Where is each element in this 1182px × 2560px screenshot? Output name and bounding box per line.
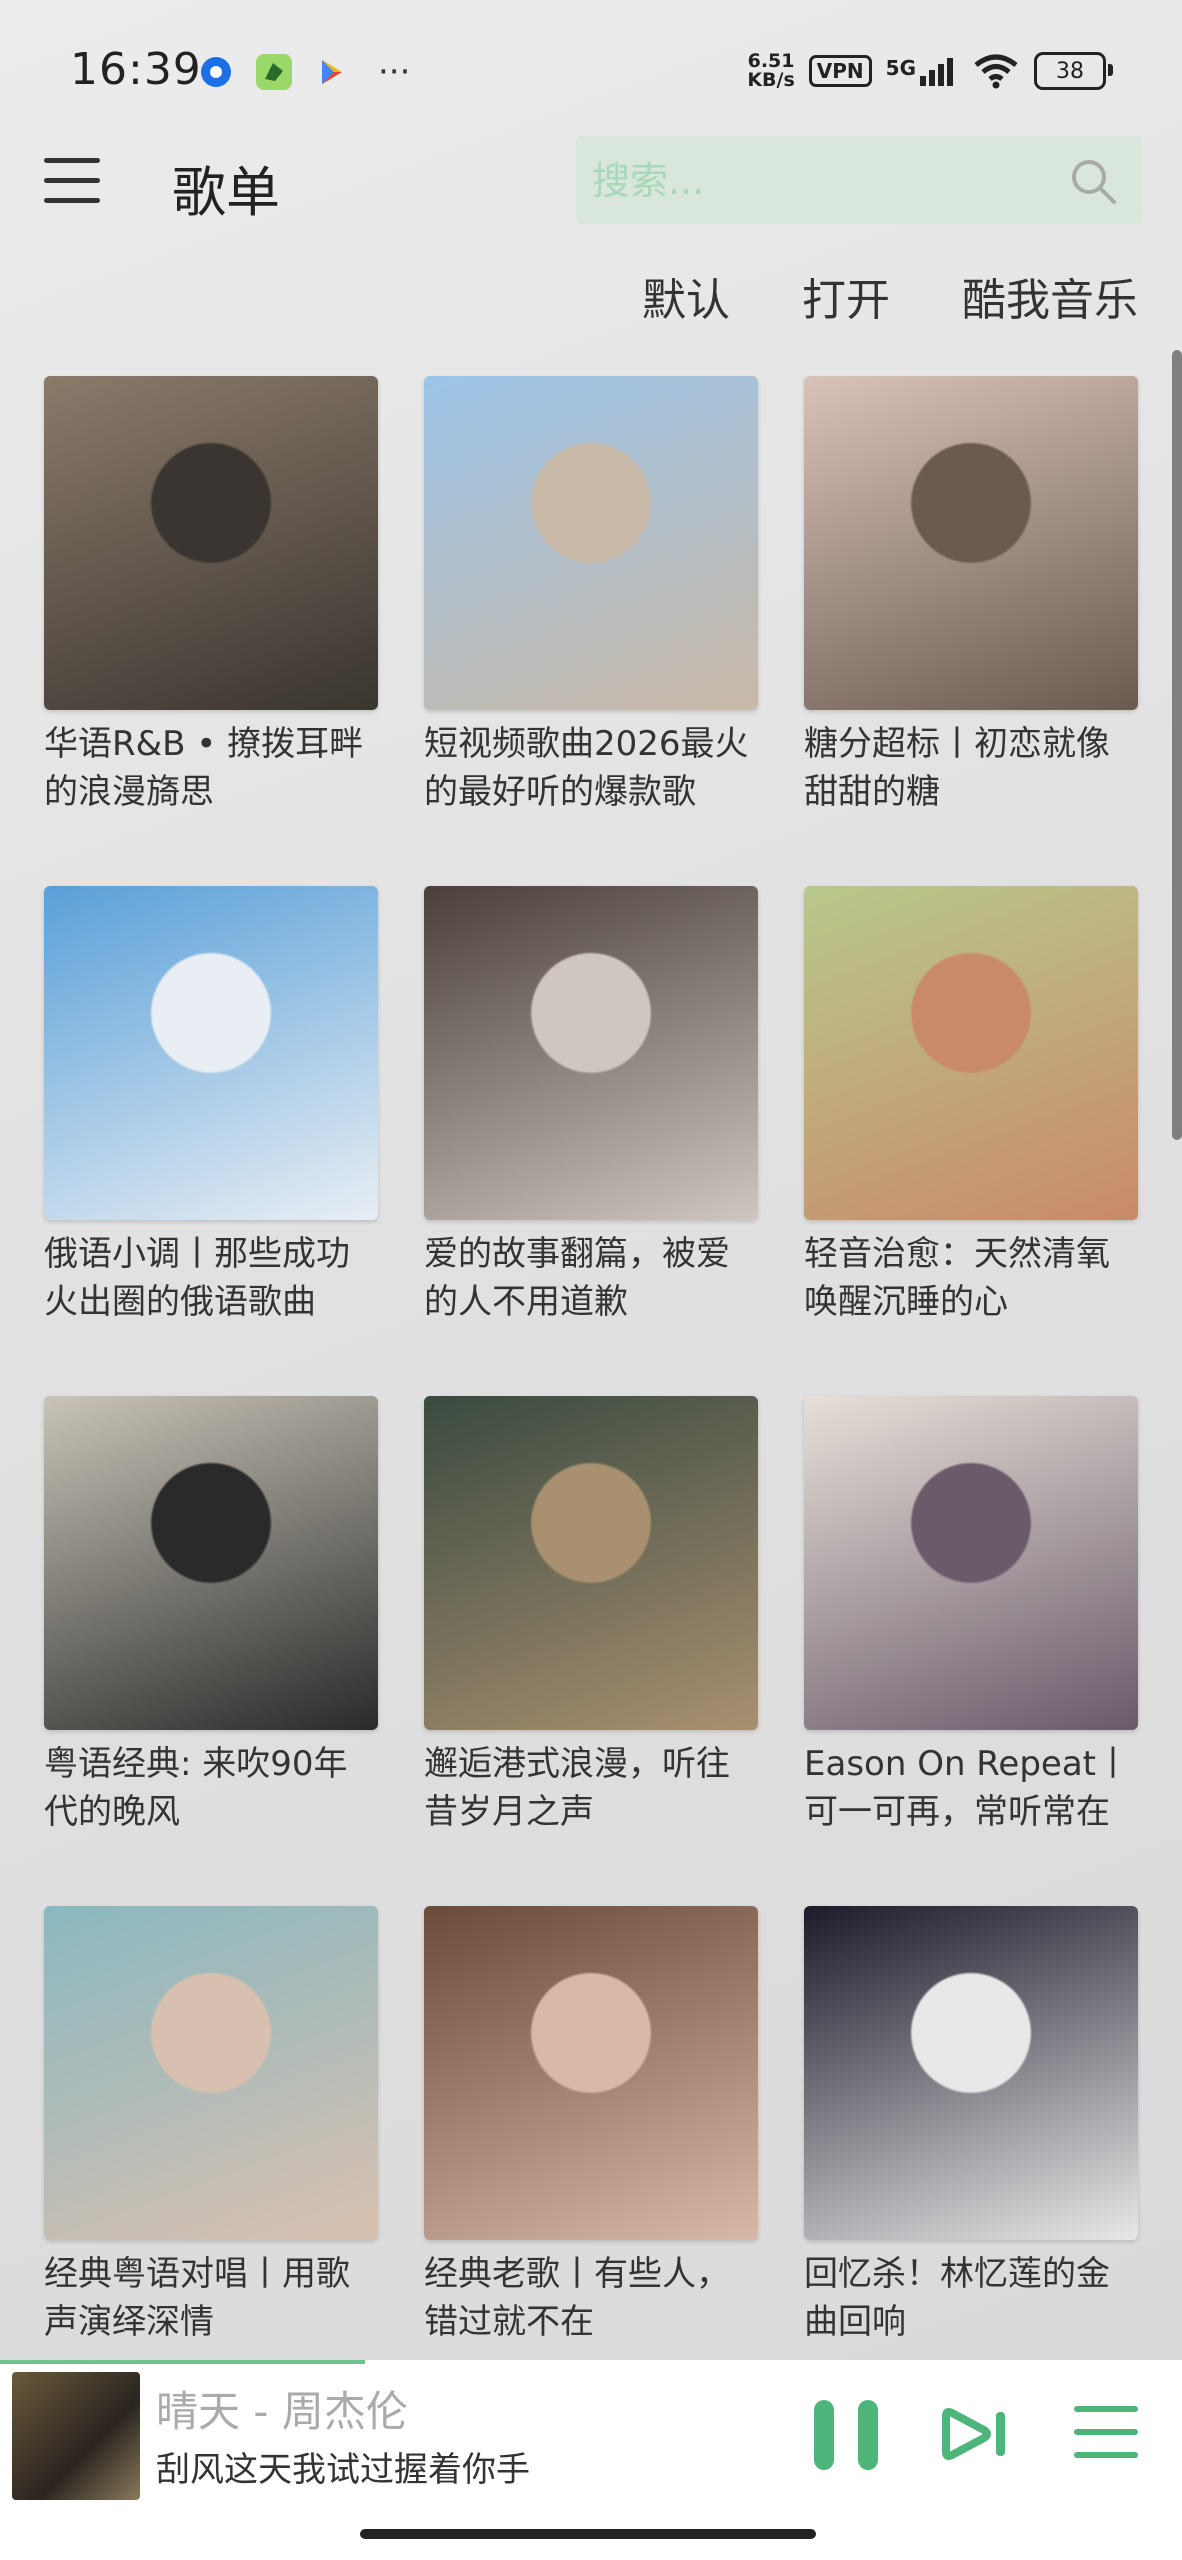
page-title: 歌单 [172,161,280,224]
playlist-card[interactable]: 爱的故事翻篇，被爱的人不用道歉 [424,886,758,1326]
tab-default[interactable]: 默认 [642,264,730,328]
playlist-cover-image[interactable] [424,1906,758,2240]
message-app-icon [198,54,234,90]
pause-button[interactable] [814,2400,878,2470]
playback-progress [0,2360,365,2364]
playlist-cover-image[interactable] [424,1396,758,1730]
now-playing-cover[interactable] [12,2372,140,2500]
playlist-title[interactable]: 华语R&B • 撩拨耳畔的浪漫旖思 [44,720,378,816]
more-notifications-icon: ··· [378,52,411,92]
playlist-title[interactable]: 短视频歌曲2026最火的最好听的爆款歌 [424,720,758,816]
playlist-card[interactable]: 糖分超标丨初恋就像甜甜的糖 [804,376,1138,816]
playlist-title[interactable]: 糖分超标丨初恋就像甜甜的糖 [804,720,1138,816]
playlist-card[interactable]: 华语R&B • 撩拨耳畔的浪漫旖思 [44,376,378,816]
playlist-title[interactable]: 经典老歌丨有些人，错过就不在 [424,2250,758,2346]
battery-icon: 38 [1034,52,1113,90]
playlist-cover-image[interactable] [804,1396,1138,1730]
playlist-title[interactable]: 回忆杀！林忆莲的金曲回响 [804,2250,1138,2346]
playlist-cover-image[interactable] [804,376,1138,710]
playlist-cover-image[interactable] [44,376,378,710]
playlist-cover-image[interactable] [44,1396,378,1730]
tab-open[interactable]: 打开 [802,264,890,328]
playlist-cover-image[interactable] [424,886,758,1220]
scrollbar[interactable] [1172,350,1182,1140]
playlist-cover-image[interactable] [44,1906,378,2240]
sort-tabs: 默认 打开 酷我音乐 [642,264,1138,328]
system-status: 6.51 KB/s VPN 5G 38 [747,52,1113,90]
notification-icons: ··· [198,54,410,90]
playlist-queue-icon[interactable] [1074,2406,1138,2462]
play-store-icon [314,54,350,90]
status-time: 16:39 [70,44,202,95]
home-indicator[interactable] [360,2529,816,2539]
playlist-card[interactable]: 经典老歌丨有些人，错过就不在 [424,1906,758,2346]
vpn-badge: VPN [808,55,872,87]
now-playing-title[interactable]: 晴天 - 周杰伦 [156,2378,408,2439]
playlist-title[interactable]: 轻音治愈：天然清氧唤醒沉睡的心 [804,1230,1138,1326]
signal-icon [920,58,953,86]
playlist-card[interactable]: 轻音治愈：天然清氧唤醒沉睡的心 [804,886,1138,1326]
signal-group: 5G [886,56,958,86]
next-track-icon[interactable] [940,2406,1012,2462]
playlist-title[interactable]: 邂逅港式浪漫，听往昔岁月之声 [424,1740,758,1836]
playlist-title[interactable]: Eason On Repeat丨可一可再，常听常在 [804,1740,1138,1836]
game-app-icon [256,54,292,90]
now-playing-lyric: 刮风这天我试过握着你手 [156,2450,530,2490]
playlist-card[interactable]: 回忆杀！林忆莲的金曲回响 [804,1906,1138,2346]
hamburger-menu-icon[interactable] [44,158,100,204]
search-input[interactable] [590,150,1034,212]
playlist-title[interactable]: 爱的故事翻篇，被爱的人不用道歉 [424,1230,758,1326]
network-type: 5G [885,56,916,80]
playlist-title[interactable]: 经典粤语对唱丨用歌声演绎深情 [44,2250,378,2346]
network-speed: 6.51 KB/s [747,52,794,90]
playlist-card[interactable]: 经典粤语对唱丨用歌声演绎深情 [44,1906,378,2346]
playlist-cover-image[interactable] [44,886,378,1220]
battery-level: 38 [1056,58,1084,84]
playlist-card[interactable]: Eason On Repeat丨可一可再，常听常在 [804,1396,1138,1836]
playlist-card[interactable]: 邂逅港式浪漫，听往昔岁月之声 [424,1396,758,1836]
search-box[interactable] [576,136,1142,224]
speed-unit: KB/s [747,69,795,91]
wifi-icon [974,54,1018,89]
playlist-cover-image[interactable] [804,886,1138,1220]
tab-kuwo-music[interactable]: 酷我音乐 [962,264,1138,328]
playlist-card[interactable]: 短视频歌曲2026最火的最好听的爆款歌 [424,376,758,816]
playlist-cover-image[interactable] [424,376,758,710]
playlist-title[interactable]: 粤语经典: 来吹90年代的晚风 [44,1740,378,1836]
status-bar: 16:39 ··· 6.51 KB/s VPN 5G 38 [0,0,1182,150]
playlist-card[interactable]: 粤语经典: 来吹90年代的晚风 [44,1396,378,1836]
playlist-title[interactable]: 俄语小调丨那些成功火出圈的俄语歌曲 [44,1230,378,1326]
search-icon[interactable] [1068,156,1118,206]
screen: 16:39 ··· 6.51 KB/s VPN 5G 38 歌单 搜索... 默… [0,0,1182,2560]
playlist-card[interactable]: 俄语小调丨那些成功火出圈的俄语歌曲 [44,886,378,1326]
playlist-cover-image[interactable] [804,1906,1138,2240]
